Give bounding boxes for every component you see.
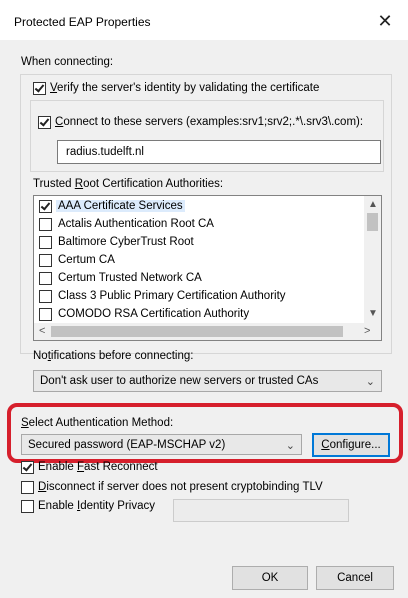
ca-checkbox[interactable] — [39, 254, 52, 267]
scroll-right-icon[interactable]: > — [364, 326, 370, 337]
verify-server-checkbox[interactable] — [33, 82, 46, 95]
scroll-up-icon[interactable]: ▲ — [368, 200, 378, 210]
title-bar: Protected EAP Properties ✕ — [0, 0, 408, 40]
connect-servers-label: Connect to these servers (examples:srv1;… — [55, 116, 364, 128]
scroll-down-icon[interactable]: ▼ — [368, 309, 378, 319]
peap-properties-dialog: Protected EAP Properties ✕ When connecti… — [0, 0, 408, 598]
fast-reconnect-checkbox[interactable] — [21, 461, 34, 474]
ca-checkbox[interactable] — [39, 308, 52, 321]
ca-checkbox[interactable] — [39, 218, 52, 231]
ca-checkbox[interactable] — [39, 236, 52, 249]
vertical-scrollbar[interactable]: ▲ ▼ — [364, 196, 381, 323]
list-item[interactable]: Actalis Authentication Root CA — [34, 216, 362, 233]
cancel-button[interactable]: Cancel — [316, 566, 394, 590]
fast-reconnect-label: Enable Fast Reconnect — [38, 461, 158, 473]
notifications-dropdown[interactable]: Don't ask user to authorize new servers … — [33, 370, 382, 392]
list-item[interactable]: Certum CA — [34, 252, 362, 269]
close-icon[interactable]: ✕ — [372, 10, 398, 32]
identity-privacy-checkbox[interactable] — [21, 500, 34, 513]
check-icon — [34, 82, 45, 93]
ca-checkbox[interactable] — [39, 272, 52, 285]
trusted-ca-list[interactable]: AAA Certificate Services Actalis Authent… — [33, 195, 382, 341]
chevron-down-icon: ⌄ — [285, 440, 295, 452]
disconnect-label: Disconnect if server does not present cr… — [38, 481, 323, 493]
horizontal-scrollbar[interactable]: < > — [34, 323, 381, 340]
auth-method-dropdown[interactable]: Secured password (EAP-MSCHAP v2) ⌄ — [21, 434, 302, 455]
ca-checkbox[interactable] — [39, 200, 52, 213]
list-item[interactable]: COMODO RSA Certification Authority — [34, 306, 362, 323]
list-item[interactable]: Baltimore CyberTrust Root — [34, 234, 362, 251]
identity-privacy-label: Enable Identity Privacy — [38, 500, 155, 512]
connect-servers-checkbox[interactable] — [38, 116, 51, 129]
servers-input[interactable]: radius.tudelft.nl — [57, 140, 381, 164]
when-connecting-label: When connecting: — [21, 56, 114, 68]
list-item[interactable]: AAA Certificate Services — [34, 198, 362, 215]
scroll-thumb[interactable] — [51, 326, 343, 337]
list-item[interactable]: Certum Trusted Network CA — [34, 270, 362, 287]
ca-checkbox[interactable] — [39, 290, 52, 303]
auth-method-label: Select Authentication Method: — [21, 417, 174, 429]
disconnect-checkbox[interactable] — [21, 481, 34, 494]
chevron-down-icon: ⌄ — [365, 376, 375, 388]
verify-server-label: Verify the server's identity by validati… — [50, 82, 320, 94]
trusted-ca-label: Trusted Root Certification Authorities: — [33, 178, 224, 190]
configure-button[interactable]: Configure... — [312, 433, 390, 457]
check-icon — [22, 461, 33, 472]
dialog-title: Protected EAP Properties — [14, 15, 151, 29]
check-icon — [39, 116, 50, 127]
list-item[interactable]: Class 3 Public Primary Certification Aut… — [34, 288, 362, 305]
ok-button[interactable]: OK — [232, 566, 308, 590]
notifications-label: Notifications before connecting: — [33, 350, 194, 362]
identity-input[interactable] — [173, 499, 349, 522]
scroll-thumb[interactable] — [367, 213, 378, 231]
check-icon — [40, 200, 51, 211]
scroll-left-icon[interactable]: < — [39, 326, 45, 337]
